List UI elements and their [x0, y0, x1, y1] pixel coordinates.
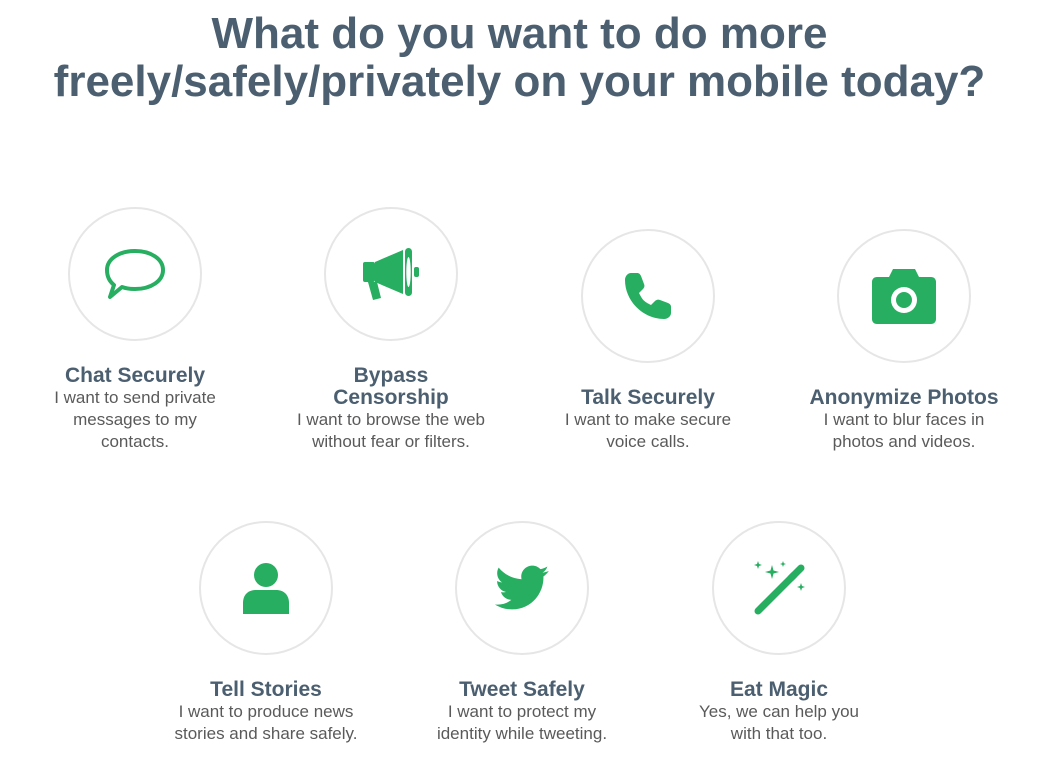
option-title: Bypass Censorship: [333, 364, 449, 409]
option-description: I want to produce news stories and share…: [174, 702, 358, 743]
option-icon-circle[interactable]: [324, 207, 458, 341]
magic-wand-icon: [754, 561, 805, 615]
option-title: Anonymize Photos: [809, 386, 999, 409]
option-icon-circle[interactable]: [199, 521, 333, 655]
option-description: I want to browse the web without fear or…: [296, 410, 486, 451]
option-tweet-safely[interactable]: Tweet Safely I want to protect my identi…: [392, 521, 652, 745]
option-title: Tweet Safely: [459, 678, 585, 701]
option-eat-magic[interactable]: Eat Magic Yes, we can help you with that…: [649, 521, 909, 745]
megaphone-icon: [363, 248, 419, 300]
option-icon-circle[interactable]: [455, 521, 589, 655]
option-description: I want to protect my identity while twee…: [436, 702, 608, 743]
option-title: Eat Magic: [729, 678, 829, 701]
option-anonymize-photos[interactable]: Anonymize Photos I want to blur faces in…: [774, 229, 1034, 453]
headline-line-1: What do you want to do more: [211, 9, 828, 58]
option-icon-circle[interactable]: [837, 229, 971, 363]
option-icon-circle[interactable]: [68, 207, 202, 341]
option-title: Chat Securely: [64, 364, 206, 387]
option-description: I want to blur faces in photos and video…: [823, 410, 985, 451]
phone-icon: [625, 273, 671, 319]
headline-line-2: freely/safely/privately on your mobile t…: [53, 57, 986, 106]
user-icon: [243, 563, 289, 614]
option-chat-securely[interactable]: Chat Securely I want to send private mes…: [5, 207, 265, 453]
speech-bubble-icon: [105, 249, 165, 299]
twitter-bird-icon: [495, 565, 549, 610]
option-icon-circle[interactable]: [581, 229, 715, 363]
option-description: Yes, we can help you with that too.: [698, 702, 860, 743]
option-tell-stories[interactable]: Tell Stories I want to produce news stor…: [136, 521, 396, 745]
option-description: I want to send private messages to my co…: [54, 388, 216, 451]
option-talk-securely[interactable]: Talk Securely I want to make secure voic…: [518, 229, 778, 453]
camera-icon: [872, 269, 936, 324]
option-description: I want to make secure voice calls.: [564, 410, 732, 451]
option-title: Talk Securely: [581, 386, 715, 409]
option-icon-circle[interactable]: [712, 521, 846, 655]
option-bypass-censorship[interactable]: Bypass Censorship I want to browse the w…: [261, 207, 521, 453]
page-headline: What do you want to do more freely/safel…: [0, 10, 1039, 106]
option-title: Tell Stories: [210, 678, 322, 701]
